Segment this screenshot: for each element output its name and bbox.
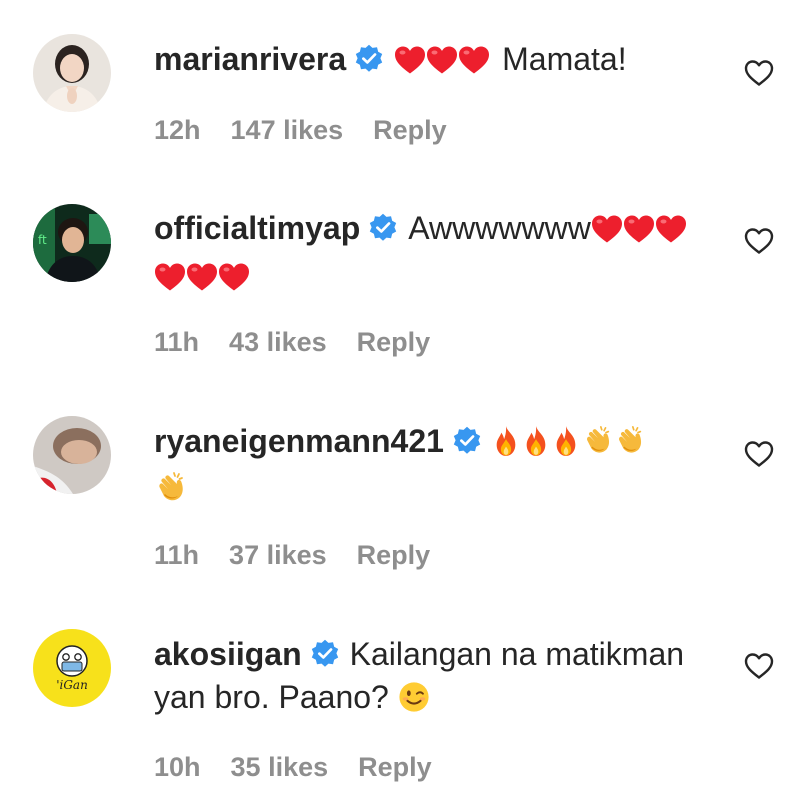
comment-time[interactable]: 11h <box>154 540 199 570</box>
reply-button[interactable]: Reply <box>357 540 431 570</box>
verified-badge-icon <box>354 44 384 74</box>
comment-text: officialtimyap Awwwwwww <box>154 207 699 303</box>
avatar[interactable]: 'iGan <box>33 629 111 707</box>
reply-button[interactable]: Reply <box>373 115 447 145</box>
reply-button[interactable]: Reply <box>358 752 432 782</box>
username[interactable]: officialtimyap <box>154 210 360 246</box>
wink-emoji <box>398 681 430 724</box>
clap-emoji <box>154 471 188 516</box>
comment-message: Mamata! <box>502 41 627 77</box>
comment-message: Awwwwwww <box>408 210 591 246</box>
reply-button[interactable]: Reply <box>357 327 431 357</box>
like-count[interactable]: 35 likes <box>231 752 329 782</box>
heart-outline-icon[interactable] <box>744 59 774 87</box>
comment-meta: 12h 147 likes Reply <box>154 115 447 146</box>
avatar-logo-text: 'iGan <box>56 678 88 692</box>
like-count[interactable]: 147 likes <box>231 115 344 145</box>
heart-outline-icon[interactable] <box>744 227 774 255</box>
heart-emoji <box>154 260 250 303</box>
avatar[interactable] <box>33 416 111 494</box>
comment-meta: 11h 37 likes Reply <box>154 540 430 571</box>
comment-text: marianrivera Mamata! <box>154 38 699 86</box>
username[interactable]: ryaneigenmann421 <box>154 423 444 459</box>
comment-time[interactable]: 11h <box>154 327 199 357</box>
username[interactable]: marianrivera <box>154 41 346 77</box>
like-count[interactable]: 43 likes <box>229 327 327 357</box>
fire-emoji <box>492 425 582 468</box>
avatar[interactable] <box>33 34 111 112</box>
verified-badge-icon <box>368 213 398 243</box>
comment-time[interactable]: 12h <box>154 115 201 145</box>
heart-emoji <box>394 43 490 86</box>
svg-text:ft: ft <box>38 233 47 247</box>
username[interactable]: akosiigan <box>154 636 302 672</box>
comment-meta: 10h 35 likes Reply <box>154 752 432 783</box>
comment-time[interactable]: 10h <box>154 752 201 782</box>
verified-badge-icon <box>452 426 482 456</box>
heart-emoji <box>591 212 687 255</box>
avatar[interactable]: ft <box>33 204 111 282</box>
like-count[interactable]: 37 likes <box>229 540 327 570</box>
comment-meta: 11h 43 likes Reply <box>154 327 430 358</box>
heart-outline-icon[interactable] <box>744 440 774 468</box>
comment-text: ryaneigenmann421 <box>154 420 699 516</box>
comment-text: akosiigan Kailangan na matikman yan bro. … <box>154 633 699 724</box>
verified-badge-icon <box>310 639 340 669</box>
clap-emoji <box>582 425 648 468</box>
heart-outline-icon[interactable] <box>744 652 774 680</box>
